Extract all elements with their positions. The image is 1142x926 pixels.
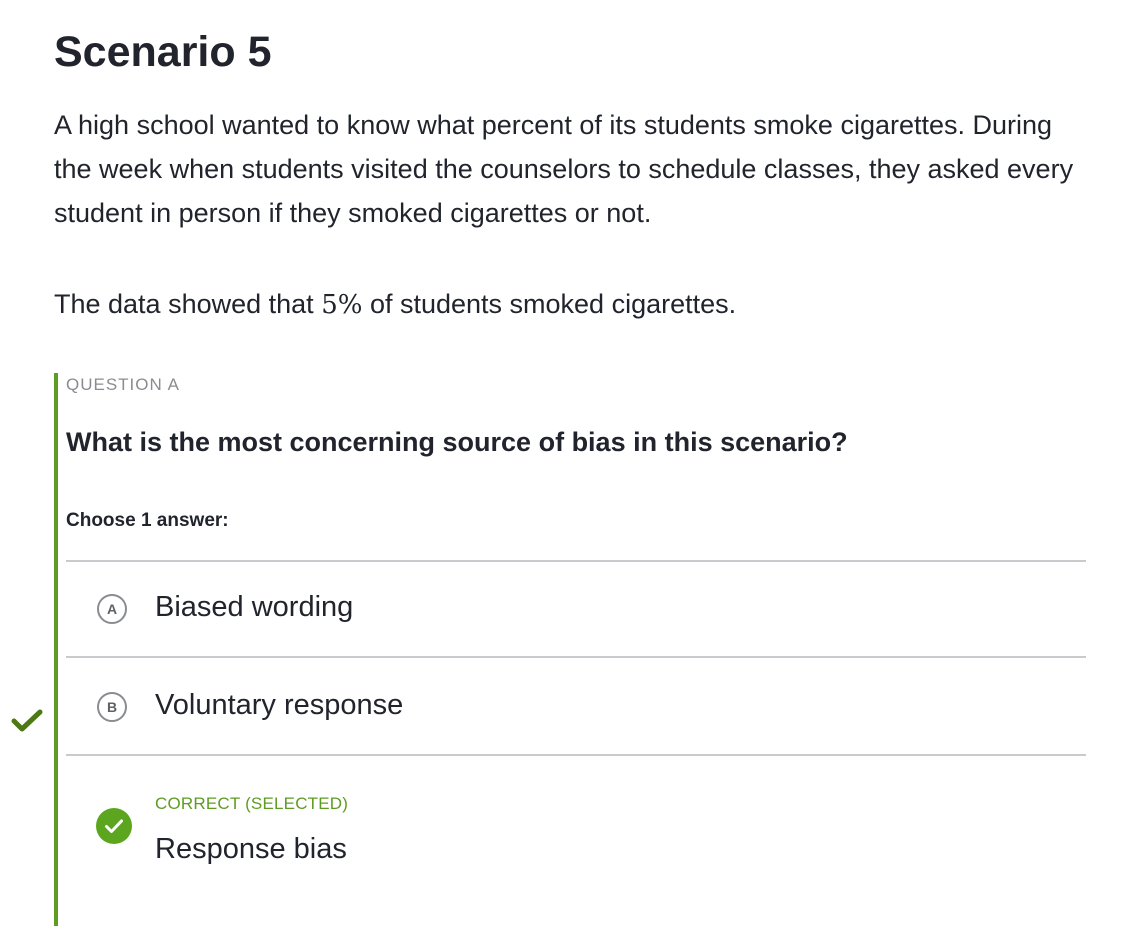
choice-letter-b: B <box>97 692 127 722</box>
answer-instruction: Choose 1 answer: <box>66 510 229 531</box>
question-label: QUESTION A <box>66 375 180 394</box>
choice-label-b: Voluntary response <box>155 689 404 721</box>
scenario-title: Scenario 5 <box>54 28 272 76</box>
result-text-before: The data showed that <box>54 289 322 319</box>
choice-label-a: Biased wording <box>155 591 354 623</box>
correct-status-label: CORRECT (SELECTED) <box>155 794 349 813</box>
answer-choice-a[interactable]: A Biased wording <box>66 562 1086 656</box>
scenario-description: A high school wanted to know what percen… <box>54 110 1074 228</box>
scenario-result: The data showed that 5% of students smok… <box>54 282 1094 327</box>
checkmark-icon <box>10 708 44 734</box>
result-percent: 5% <box>321 290 363 320</box>
answer-choice-b[interactable]: B Voluntary response <box>66 658 1086 754</box>
question-text: What is the most concerning source of bi… <box>66 427 848 457</box>
choice-label-c: Response bias <box>155 833 347 865</box>
question-accent-bar <box>54 373 58 926</box>
result-text-after: of students smoked cigarettes. <box>362 289 737 319</box>
answer-choice-c[interactable]: CORRECT (SELECTED) Response bias <box>66 756 1086 926</box>
choice-letter-a: A <box>97 594 127 624</box>
check-circle-icon <box>96 808 132 844</box>
